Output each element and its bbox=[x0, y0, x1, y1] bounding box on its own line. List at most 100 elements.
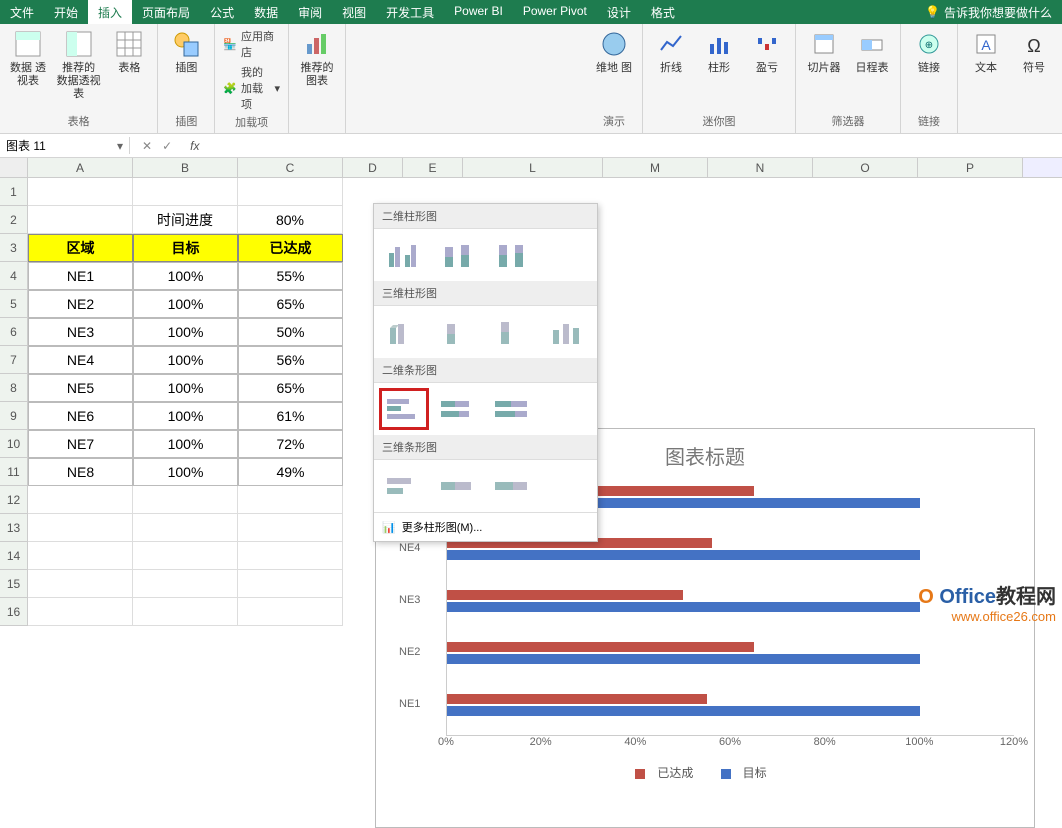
cell-C4[interactable]: 55% bbox=[238, 262, 343, 290]
tab-formula[interactable]: 公式 bbox=[200, 0, 244, 24]
cell-C12[interactable] bbox=[238, 486, 343, 514]
cell-A1[interactable] bbox=[28, 178, 133, 206]
map3d-button[interactable]: 维地 图 bbox=[594, 28, 634, 75]
text-button[interactable]: A文本 bbox=[966, 28, 1006, 75]
row-head-2[interactable]: 2 bbox=[0, 206, 28, 234]
row-head-7[interactable]: 7 bbox=[0, 346, 28, 374]
row-head-1[interactable]: 1 bbox=[0, 178, 28, 206]
3d-100-column-option[interactable] bbox=[490, 314, 534, 350]
row-head-5[interactable]: 5 bbox=[0, 290, 28, 318]
cell-A6[interactable]: NE3 bbox=[28, 318, 133, 346]
tab-insert[interactable]: 插入 bbox=[88, 0, 132, 24]
cell-A15[interactable] bbox=[28, 570, 133, 598]
tab-review[interactable]: 审阅 bbox=[288, 0, 332, 24]
cell-C8[interactable]: 65% bbox=[238, 374, 343, 402]
cell-A12[interactable] bbox=[28, 486, 133, 514]
cell-A2[interactable] bbox=[28, 206, 133, 234]
col-M[interactable]: M bbox=[603, 158, 708, 177]
cell-C2[interactable]: 80% bbox=[238, 206, 343, 234]
cell-C11[interactable]: 49% bbox=[238, 458, 343, 486]
sparkline-wl-button[interactable]: 盈亏 bbox=[747, 28, 787, 75]
select-all-corner[interactable] bbox=[0, 158, 28, 177]
cell-C1[interactable] bbox=[238, 178, 343, 206]
row-head-4[interactable]: 4 bbox=[0, 262, 28, 290]
row-head-6[interactable]: 6 bbox=[0, 318, 28, 346]
symbol-button[interactable]: Ω符号 bbox=[1014, 28, 1054, 75]
3d-column-option[interactable] bbox=[544, 314, 588, 350]
col-N[interactable]: N bbox=[708, 158, 813, 177]
cell-B9[interactable]: 100% bbox=[133, 402, 238, 430]
cell-B7[interactable]: 100% bbox=[133, 346, 238, 374]
tab-layout[interactable]: 页面布局 bbox=[132, 0, 200, 24]
cell-C15[interactable] bbox=[238, 570, 343, 598]
col-B[interactable]: B bbox=[133, 158, 238, 177]
sparkline-line-button[interactable]: 折线 bbox=[651, 28, 691, 75]
cell-B15[interactable] bbox=[133, 570, 238, 598]
row-head-10[interactable]: 10 bbox=[0, 430, 28, 458]
cell-A7[interactable]: NE4 bbox=[28, 346, 133, 374]
tab-dev[interactable]: 开发工具 bbox=[376, 0, 444, 24]
row-head-8[interactable]: 8 bbox=[0, 374, 28, 402]
cell-A4[interactable]: NE1 bbox=[28, 262, 133, 290]
table-button[interactable]: 表格 bbox=[109, 28, 149, 75]
dropdown-icon[interactable]: ▾ bbox=[117, 139, 123, 153]
cell-B13[interactable] bbox=[133, 514, 238, 542]
cancel-icon[interactable]: ✕ bbox=[142, 139, 152, 153]
enter-icon[interactable]: ✓ bbox=[162, 139, 172, 153]
col-E[interactable]: E bbox=[403, 158, 463, 177]
illus-button[interactable]: 插图 bbox=[166, 28, 206, 75]
rec-chart-button[interactable]: 推荐的 图表 bbox=[297, 28, 337, 88]
cell-B10[interactable]: 100% bbox=[133, 430, 238, 458]
col-P[interactable]: P bbox=[918, 158, 1023, 177]
tab-powerpivot[interactable]: Power Pivot bbox=[513, 0, 597, 24]
bar-target-NE4[interactable] bbox=[447, 550, 920, 560]
cell-C5[interactable]: 65% bbox=[238, 290, 343, 318]
row-head-9[interactable]: 9 bbox=[0, 402, 28, 430]
col-L[interactable]: L bbox=[463, 158, 603, 177]
bar-target-NE3[interactable] bbox=[447, 602, 920, 612]
cell-A16[interactable] bbox=[28, 598, 133, 626]
clustered-column-option[interactable] bbox=[382, 237, 426, 273]
stacked-column-option[interactable] bbox=[436, 237, 480, 273]
cell-C13[interactable] bbox=[238, 514, 343, 542]
cell-A13[interactable] bbox=[28, 514, 133, 542]
cell-A8[interactable]: NE5 bbox=[28, 374, 133, 402]
tab-powerbi[interactable]: Power BI bbox=[444, 0, 513, 24]
cell-C6[interactable]: 50% bbox=[238, 318, 343, 346]
cell-B4[interactable]: 100% bbox=[133, 262, 238, 290]
cell-C7[interactable]: 56% bbox=[238, 346, 343, 374]
chart-legend[interactable]: 已达成 目标 bbox=[376, 756, 1034, 789]
3d-stacked-bar-option[interactable] bbox=[436, 468, 480, 504]
timeline-button[interactable]: 日程表 bbox=[852, 28, 892, 75]
cell-C9[interactable]: 61% bbox=[238, 402, 343, 430]
myaddins-button[interactable]: 🧩我的加载项 ▾ bbox=[223, 64, 280, 112]
bar-achieved-NE1[interactable] bbox=[447, 694, 707, 704]
tab-data[interactable]: 数据 bbox=[244, 0, 288, 24]
pivot-table-button[interactable]: 数据 透视表 bbox=[8, 28, 48, 88]
row-head-11[interactable]: 11 bbox=[0, 458, 28, 486]
cell-B8[interactable]: 100% bbox=[133, 374, 238, 402]
cell-A14[interactable] bbox=[28, 542, 133, 570]
3d-clustered-column-option[interactable] bbox=[382, 314, 426, 350]
cell-B6[interactable]: 100% bbox=[133, 318, 238, 346]
fx-icon[interactable]: fx bbox=[184, 139, 205, 153]
bar-group-NE2[interactable]: NE2 bbox=[447, 632, 1014, 676]
cell-B2[interactable]: 时间进度 bbox=[133, 206, 238, 234]
cell-A5[interactable]: NE2 bbox=[28, 290, 133, 318]
cell-B5[interactable]: 100% bbox=[133, 290, 238, 318]
bar-target-NE2[interactable] bbox=[447, 654, 920, 664]
clustered-bar-option[interactable] bbox=[382, 391, 426, 427]
col-D[interactable]: D bbox=[343, 158, 403, 177]
tab-file[interactable]: 文件 bbox=[0, 0, 44, 24]
row-head-3[interactable]: 3 bbox=[0, 234, 28, 262]
bar-achieved-NE3[interactable] bbox=[447, 590, 683, 600]
cell-B16[interactable] bbox=[133, 598, 238, 626]
store-button[interactable]: 🏪应用商店 bbox=[223, 28, 280, 60]
slicer-button[interactable]: 切片器 bbox=[804, 28, 844, 75]
stacked-bar-option[interactable] bbox=[436, 391, 480, 427]
cell-B1[interactable] bbox=[133, 178, 238, 206]
bar-achieved-NE2[interactable] bbox=[447, 642, 754, 652]
tab-home[interactable]: 开始 bbox=[44, 0, 88, 24]
tell-me[interactable]: 💡 告诉我你想要做什么 bbox=[925, 0, 1062, 24]
cell-A3[interactable]: 区域 bbox=[28, 234, 133, 262]
